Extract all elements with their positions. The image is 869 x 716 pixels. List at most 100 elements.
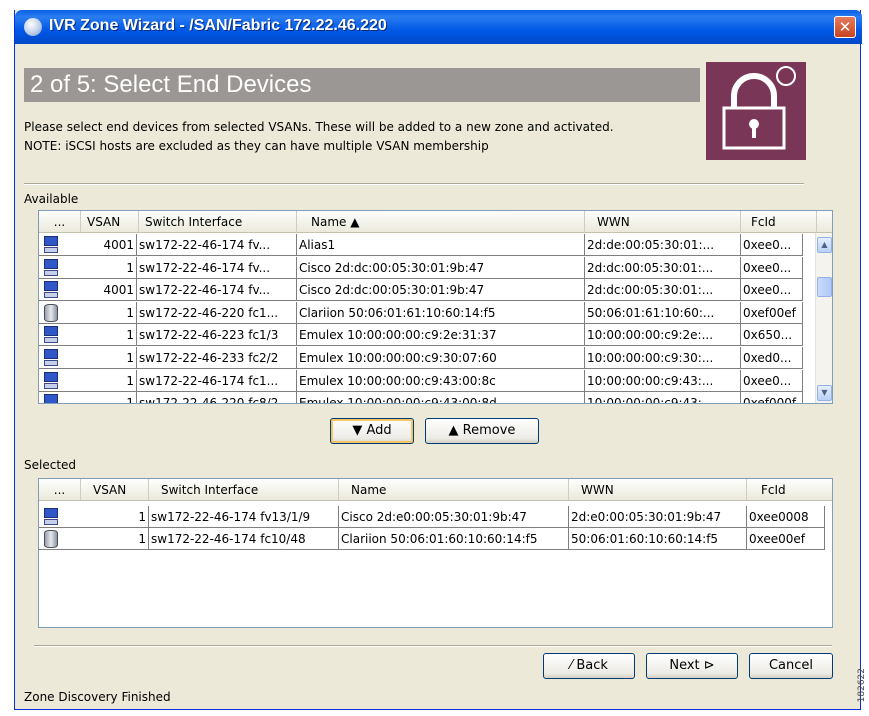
storage-icon — [39, 528, 81, 550]
table-row[interactable]: 1 sw172-22-46-220 fc1... Clariion 50:06:01… — [39, 301, 832, 325]
cell-switch-interface: sw172-22-46-174 fc1... — [137, 369, 297, 392]
table-row[interactable]: 1 sw172-22-46-233 fc2/2 Emulex 10:00:00:00… — [39, 347, 832, 370]
column-header-vsan[interactable]: VSAN — [81, 211, 139, 233]
next-button[interactable]: Next ⊳ — [646, 653, 738, 679]
cancel-button[interactable]: Cancel — [749, 653, 833, 679]
column-header-icon[interactable]: ... — [39, 211, 81, 233]
table-row[interactable]: 1 sw172-22-46-174 fv... Cisco 2d:dc:00:05:… — [39, 256, 832, 280]
available-table[interactable]: ... VSAN Switch Interface Name ▲ WWN FcI… — [38, 210, 833, 404]
column-header-switch-interface[interactable]: Switch Interface — [149, 479, 339, 501]
remove-button[interactable]: ▲ Remove — [425, 418, 539, 444]
host-icon — [39, 257, 79, 279]
cell-fcid: 0xee0008 — [747, 506, 825, 528]
selected-label: Selected — [24, 458, 77, 472]
separator — [34, 645, 832, 647]
cell-vsan: 1 — [79, 301, 137, 324]
column-header-icon[interactable]: ... — [39, 479, 81, 501]
cell-wwn: 10:00:00:00:c9:43:... — [585, 369, 741, 392]
cell-fcid: 0x650... — [741, 324, 803, 347]
cell-switch-interface: sw172-22-46-223 fc1/3 — [137, 324, 297, 347]
cell-vsan: 1 — [79, 392, 137, 403]
table-row[interactable]: 1 sw172-22-46-174 fc1... Emulex 10:00:00:0… — [39, 369, 832, 393]
cell-vsan: 1 — [79, 347, 137, 369]
add-button[interactable]: ▼ Add — [330, 418, 414, 444]
cell-fcid: 0xef000f — [741, 392, 803, 403]
window-title: IVR Zone Wizard - /SAN/Fabric 172.22.46.… — [49, 17, 387, 34]
cell-name: Emulex 10:00:00:00:c9:43:00:8d — [297, 392, 585, 403]
cell-wwn: 10:00:00:00:c9:43:... — [585, 392, 741, 403]
cell-switch-interface: sw172-22-46-174 fv... — [137, 234, 297, 256]
note-line: NOTE: iSCSI hosts are excluded as they c… — [24, 139, 489, 153]
cell-name: Clariion 50:06:01:60:10:60:14:f5 — [339, 528, 569, 550]
cell-wwn: 2d:e0:00:05:30:01:9b:47 — [569, 506, 747, 528]
host-icon — [39, 506, 81, 528]
scroll-thumb[interactable] — [817, 277, 832, 297]
scroll-up-icon[interactable]: ▲ — [817, 237, 832, 253]
title-bar[interactable]: IVR Zone Wizard - /SAN/Fabric 172.22.46.… — [15, 10, 862, 44]
cell-vsan: 1 — [81, 506, 149, 528]
security-lock-icon — [706, 62, 806, 160]
column-header-corner — [817, 211, 832, 233]
cell-fcid: 0xee0... — [741, 279, 803, 302]
separator — [24, 183, 804, 185]
back-button[interactable]: ⁄ Back — [543, 653, 635, 679]
cell-switch-interface: sw172-22-46-220 fc8/2 — [137, 392, 297, 403]
host-icon — [39, 347, 79, 369]
close-button[interactable]: ✕ — [834, 16, 856, 38]
storage-icon — [39, 302, 79, 324]
table-row[interactable]: 4001 sw172-22-46-174 fv... Alias1 2d:de:00:… — [39, 234, 832, 257]
cell-fcid: 0xee0... — [741, 369, 803, 392]
column-header-fcid[interactable]: FcId — [741, 211, 817, 233]
figure-code: 182622 — [857, 668, 867, 703]
cell-fcid: 0xee0... — [741, 234, 803, 256]
table-row[interactable]: 1 sw172-22-46-223 fc1/3 Emulex 10:00:00:00… — [39, 324, 832, 347]
selected-table[interactable]: ... VSAN Switch Interface Name WWN FcId … — [38, 478, 833, 628]
cell-wwn: 2d:de:00:05:30:01:... — [585, 234, 741, 256]
table-row[interactable]: 1 sw172-22-46-174 fc10/48 Clariion 50:06:0… — [39, 528, 832, 551]
cell-name: Emulex 10:00:00:00:c9:30:07:60 — [297, 347, 585, 369]
cell-wwn: 10:00:00:00:c9:2e:... — [585, 324, 741, 347]
cell-switch-interface: sw172-22-46-174 fv13/1/9 — [149, 506, 339, 528]
cell-switch-interface: sw172-22-46-174 fv... — [137, 256, 297, 279]
cell-name: Cisco 2d:dc:00:05:30:01:9b:47 — [297, 279, 585, 302]
step-title: 2 of 5: Select End Devices — [30, 71, 312, 98]
cell-switch-interface: sw172-22-46-174 fv... — [137, 279, 297, 302]
cell-vsan: 1 — [79, 369, 137, 392]
host-icon — [39, 392, 79, 403]
scroll-down-icon[interactable]: ▼ — [817, 385, 832, 401]
cell-switch-interface: sw172-22-46-220 fc1... — [137, 301, 297, 324]
table-row[interactable]: 1 sw172-22-46-174 fv13/1/9 Cisco 2d:e0:00:… — [39, 506, 832, 529]
cell-vsan: 1 — [79, 256, 137, 279]
cell-name: Emulex 10:00:00:00:c9:2e:31:37 — [297, 324, 585, 347]
table-row[interactable]: 1 sw172-22-46-220 fc8/2 Emulex 10:00:00:00… — [39, 392, 832, 403]
cell-vsan: 4001 — [79, 279, 137, 302]
cell-wwn: 10:00:00:00:c9:30:... — [585, 347, 741, 369]
column-header-wwn[interactable]: WWN — [569, 479, 747, 501]
app-icon — [24, 18, 42, 36]
cell-fcid: 0xee00ef — [747, 528, 825, 550]
cell-vsan: 1 — [81, 528, 149, 550]
column-header-name[interactable]: Name — [339, 479, 569, 501]
column-header-wwn[interactable]: WWN — [585, 211, 741, 233]
cell-name: Alias1 — [297, 234, 585, 256]
vertical-scrollbar[interactable]: ▲ ▼ — [815, 233, 832, 403]
host-icon — [39, 370, 79, 392]
cell-switch-interface: sw172-22-46-233 fc2/2 — [137, 347, 297, 369]
table-row[interactable]: 4001 sw172-22-46-174 fv... Cisco 2d:dc:00:… — [39, 279, 832, 302]
cell-wwn: 2d:dc:00:05:30:01:... — [585, 256, 741, 279]
status-text: Zone Discovery Finished — [24, 690, 171, 704]
column-header-switch-interface[interactable]: Switch Interface — [139, 211, 297, 233]
column-header-name[interactable]: Name ▲ — [297, 211, 585, 233]
column-header-fcid[interactable]: FcId — [747, 479, 832, 501]
cell-vsan: 1 — [79, 324, 137, 347]
host-icon — [39, 324, 79, 347]
description: Please select end devices from selected … — [24, 118, 614, 156]
cell-wwn: 50:06:01:60:10:60:14:f5 — [569, 528, 747, 550]
cell-name: Emulex 10:00:00:00:c9:43:00:8c — [297, 369, 585, 392]
column-header-vsan[interactable]: VSAN — [81, 479, 149, 501]
cell-fcid: 0xed0... — [741, 347, 803, 369]
host-icon — [39, 234, 79, 256]
cell-fcid: 0xef00ef — [741, 301, 803, 324]
cell-wwn: 2d:dc:00:05:30:01:... — [585, 279, 741, 302]
description-line: Please select end devices from selected … — [24, 120, 614, 134]
